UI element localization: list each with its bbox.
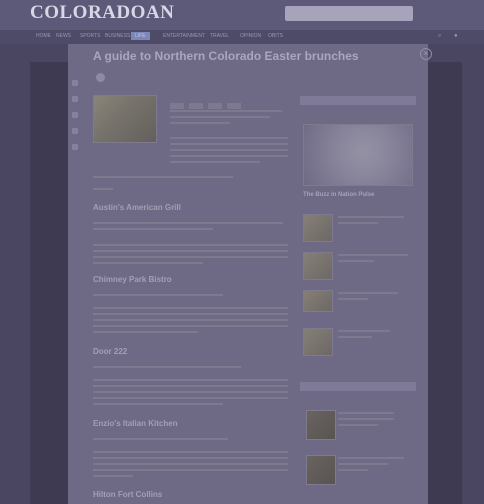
body-text	[170, 137, 288, 139]
nav-item-obits[interactable]: Obits	[268, 33, 283, 39]
share-email-button[interactable]	[227, 103, 241, 109]
body-text	[93, 469, 288, 471]
comment-icon[interactable]	[72, 128, 78, 134]
nav-item-opinion[interactable]: Opinion	[240, 33, 261, 39]
nav-item-news[interactable]: News	[56, 33, 71, 39]
search-icon[interactable]: ⌕	[438, 33, 441, 40]
body-text	[93, 307, 288, 309]
body-text	[93, 403, 223, 405]
body-text	[170, 116, 270, 118]
nav-item-sports[interactable]: Sports	[80, 33, 100, 39]
related-title[interactable]	[338, 216, 404, 218]
right-gutter	[428, 62, 462, 504]
body-text	[93, 366, 241, 368]
body-text	[93, 222, 283, 224]
share-column	[72, 80, 80, 160]
nav-item-home[interactable]: Home	[36, 33, 51, 39]
popular-title[interactable]	[338, 412, 394, 414]
twitter-icon[interactable]	[72, 96, 78, 102]
body-text	[93, 188, 113, 190]
share-linkedin-button[interactable]	[208, 103, 222, 109]
body-text	[93, 262, 203, 264]
user-icon[interactable]: ●	[454, 33, 458, 39]
article-title: A guide to Northern Colorado Easter brun…	[93, 49, 359, 63]
body-text	[93, 319, 288, 321]
related-thumbnail[interactable]	[303, 214, 333, 242]
author-avatar	[96, 73, 105, 82]
search-input[interactable]	[285, 6, 413, 21]
masthead: COLORADOAN	[0, 0, 484, 30]
related-thumbnail[interactable]	[303, 328, 333, 356]
body-text	[93, 457, 288, 459]
section-heading: Enzio's Italian Kitchen	[93, 419, 178, 428]
popular-title[interactable]	[338, 424, 378, 426]
body-text	[93, 176, 233, 178]
section-heading: Chimney Park Bistro	[93, 275, 172, 284]
section-heading: Hilton Fort Collins	[93, 490, 163, 499]
popular-thumbnail[interactable]	[306, 410, 336, 440]
email-icon[interactable]	[72, 112, 78, 118]
section-heading: Austin's American Grill	[93, 203, 181, 212]
widget-header	[300, 382, 416, 391]
main-nav: ⌕ ● Home News Sports Business Life Entertainm…	[0, 30, 484, 44]
body-text	[93, 331, 198, 333]
nav-item-life[interactable]: Life	[131, 32, 150, 40]
related-thumbnail[interactable]	[303, 252, 333, 280]
body-text	[93, 451, 288, 453]
related-title[interactable]	[338, 330, 390, 332]
facebook-icon[interactable]	[72, 80, 78, 86]
body-text	[170, 122, 230, 124]
body-text	[93, 438, 228, 440]
related-title[interactable]	[338, 260, 374, 262]
share-twitter-button[interactable]	[189, 103, 203, 109]
body-text	[93, 244, 288, 246]
body-text	[93, 463, 288, 465]
section-heading: Door 222	[93, 347, 128, 356]
body-text	[93, 294, 223, 296]
widget-featured-image[interactable]	[303, 124, 413, 186]
close-icon[interactable]: ×	[420, 48, 432, 60]
related-title[interactable]	[338, 336, 372, 338]
popular-title[interactable]	[338, 418, 394, 420]
print-icon[interactable]	[72, 144, 78, 150]
body-text	[93, 475, 133, 477]
body-text	[93, 313, 288, 315]
site-logo[interactable]: COLORADOAN	[30, 2, 174, 24]
popular-title[interactable]	[338, 457, 404, 459]
popular-title[interactable]	[338, 463, 388, 465]
body-text	[170, 161, 260, 163]
body-text	[170, 155, 288, 157]
hero-image[interactable]	[93, 95, 157, 143]
body-text	[93, 379, 288, 381]
related-title[interactable]	[338, 222, 378, 224]
related-thumbnail[interactable]	[303, 290, 333, 312]
share-facebook-button[interactable]	[170, 103, 184, 109]
body-text	[170, 110, 282, 112]
body-text	[93, 397, 288, 399]
popular-title[interactable]	[338, 469, 368, 471]
nav-item-business[interactable]: Business	[105, 33, 130, 39]
body-text	[93, 256, 288, 258]
related-title[interactable]	[338, 292, 398, 294]
widget-header	[300, 96, 416, 105]
popular-thumbnail[interactable]	[306, 455, 336, 485]
body-text	[93, 391, 288, 393]
nav-item-entertainment[interactable]: Entertainment	[163, 33, 205, 39]
related-title[interactable]	[338, 254, 408, 256]
body-text	[93, 250, 288, 252]
social-bar	[170, 96, 288, 109]
body-text	[93, 228, 213, 230]
body-text	[170, 149, 288, 151]
nav-item-travel[interactable]: Travel	[210, 33, 229, 39]
left-gutter	[30, 62, 68, 504]
body-text	[170, 143, 288, 145]
widget-title: The Buzz in Nation Pulse	[303, 192, 375, 198]
related-title[interactable]	[338, 298, 368, 300]
body-text	[93, 325, 288, 327]
body-text	[93, 385, 288, 387]
